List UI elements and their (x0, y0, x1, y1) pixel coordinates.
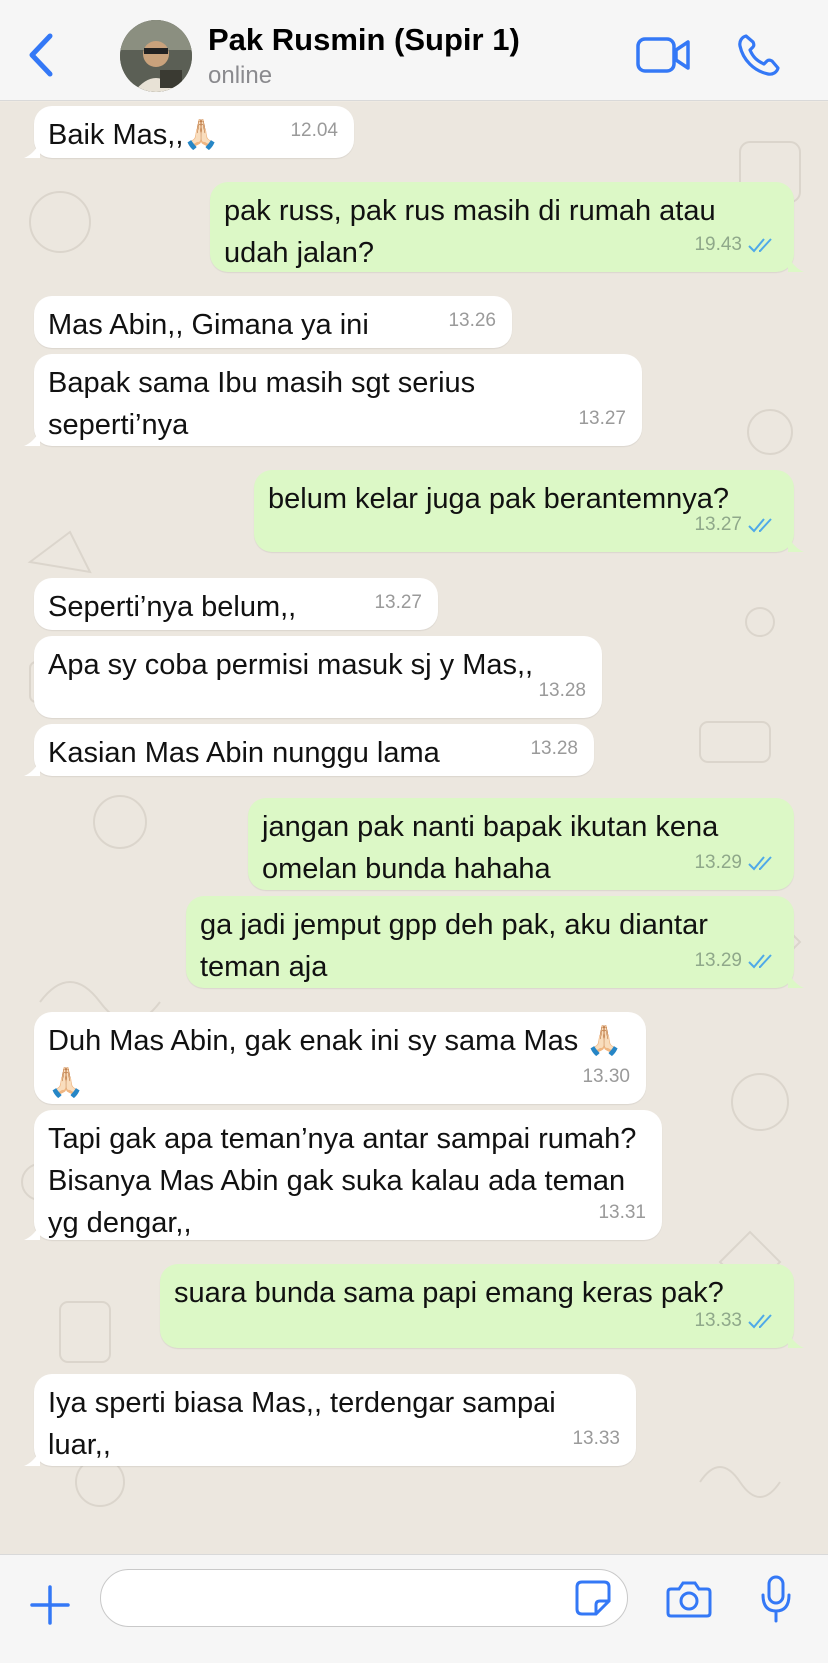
message-text: Duh Mas Abin, gak enak ini sy sama Mas 🙏… (48, 1025, 623, 1099)
message-text: ga jadi jemput gpp deh pak, aku diantar … (200, 909, 716, 983)
message-outgoing[interactable]: pak russ, pak rus masih di rumah atau ud… (210, 182, 804, 272)
chat-header: Pak Rusmin (Supir 1) online (0, 0, 828, 101)
bubble-tail (24, 760, 40, 776)
camera-icon[interactable] (666, 1579, 712, 1619)
message-meta: 13.29 (694, 940, 778, 982)
message-time: 13.31 (598, 1202, 646, 1223)
plus-icon[interactable] (30, 1585, 70, 1625)
message-incoming[interactable]: Iya sperti biasa Mas,, terdengar sampai … (24, 1374, 636, 1466)
message-text: Baik Mas,,🙏🏻 (48, 119, 220, 151)
message-outgoing[interactable]: jangan pak nanti bapak ikutan kena omela… (248, 798, 794, 890)
bubble-tail (24, 1224, 40, 1240)
message-time: 13.33 (694, 1310, 742, 1331)
read-ticks-icon (748, 238, 772, 253)
contact-status: online (208, 62, 273, 89)
message-meta: 13.33 (694, 1300, 778, 1342)
bubble-tail (24, 142, 40, 158)
message-time: 13.30 (582, 1066, 630, 1087)
message-text: Bapak sama Ibu masih sgt serius seperti’… (48, 367, 484, 441)
bubble-tail (788, 536, 804, 552)
message-text: belum kelar juga pak berantemnya? (268, 483, 730, 515)
message-text: Iya sperti biasa Mas,, terdengar sampai … (48, 1387, 564, 1461)
composer-bar (0, 1554, 828, 1663)
bubble-tail (788, 972, 804, 988)
message-input[interactable] (100, 1569, 628, 1627)
message-time: 13.27 (374, 592, 422, 613)
message-meta: 13.27 (694, 504, 778, 546)
microphone-icon[interactable] (760, 1575, 792, 1623)
bubble-tail (24, 1450, 40, 1466)
message-incoming[interactable]: Mas Abin,, Gimana ya ini 13.26 (34, 296, 512, 348)
message-outgoing[interactable]: belum kelar juga pak berantemnya? 13.27 (254, 470, 804, 552)
message-incoming[interactable]: Apa sy coba permisi masuk sj y Mas,, 13.… (34, 636, 602, 718)
video-call-icon[interactable] (636, 36, 690, 74)
message-time: 19.43 (694, 234, 742, 255)
message-meta: 13.29 (694, 842, 778, 884)
message-time: 13.28 (538, 680, 586, 701)
message-incoming[interactable]: Baik Mas,,🙏🏻 12.04 (24, 106, 354, 158)
message-incoming[interactable]: Seperti’nya belum,, 13.27 (34, 578, 438, 630)
message-text: Seperti’nya belum,, (48, 591, 297, 623)
message-outgoing[interactable]: ga jadi jemput gpp deh pak, aku diantar … (186, 896, 804, 988)
message-text: suara bunda sama papi emang keras pak? (174, 1277, 724, 1309)
read-ticks-icon (748, 954, 772, 969)
bubble-tail (788, 256, 804, 272)
contact-name[interactable]: Pak Rusmin (Supir 1) (208, 22, 520, 58)
message-text: pak russ, pak rus masih di rumah atau ud… (224, 195, 724, 269)
read-ticks-icon (748, 1314, 772, 1329)
message-meta: 19.43 (694, 224, 778, 266)
message-time: 12.04 (290, 120, 338, 141)
message-incoming[interactable]: Bapak sama Ibu masih sgt serius seperti’… (24, 354, 642, 446)
message-incoming[interactable]: Duh Mas Abin, gak enak ini sy sama Mas 🙏… (34, 1012, 646, 1104)
message-time: 13.33 (572, 1428, 620, 1449)
sticker-icon[interactable] (574, 1579, 612, 1617)
message-time: 13.28 (530, 738, 578, 759)
message-time: 13.29 (694, 852, 742, 873)
message-outgoing[interactable]: suara bunda sama papi emang keras pak? 1… (160, 1264, 804, 1348)
bubble-tail (24, 430, 40, 446)
read-ticks-icon (748, 856, 772, 871)
chat-area[interactable]: Baik Mas,,🙏🏻 12.04 pak russ, pak rus mas… (0, 102, 828, 1554)
read-ticks-icon (748, 518, 772, 533)
message-text: Apa sy coba permisi masuk sj y Mas,, (48, 649, 534, 681)
message-text: Tapi gak apa teman’nya antar sampai ruma… (48, 1123, 645, 1239)
bubble-tail (788, 1332, 804, 1348)
message-time: 13.27 (694, 514, 742, 535)
message-text: Kasian Mas Abin nunggu lama (48, 737, 440, 769)
phone-call-icon[interactable] (736, 32, 782, 78)
avatar[interactable] (120, 20, 192, 92)
message-text: Mas Abin,, Gimana ya ini (48, 309, 369, 341)
back-chevron-icon[interactable] (22, 30, 62, 80)
message-time: 13.26 (448, 310, 496, 331)
message-incoming[interactable]: Kasian Mas Abin nunggu lama 13.28 (24, 724, 594, 776)
message-incoming[interactable]: Tapi gak apa teman’nya antar sampai ruma… (24, 1110, 662, 1240)
message-time: 13.29 (694, 950, 742, 971)
message-time: 13.27 (578, 408, 626, 429)
